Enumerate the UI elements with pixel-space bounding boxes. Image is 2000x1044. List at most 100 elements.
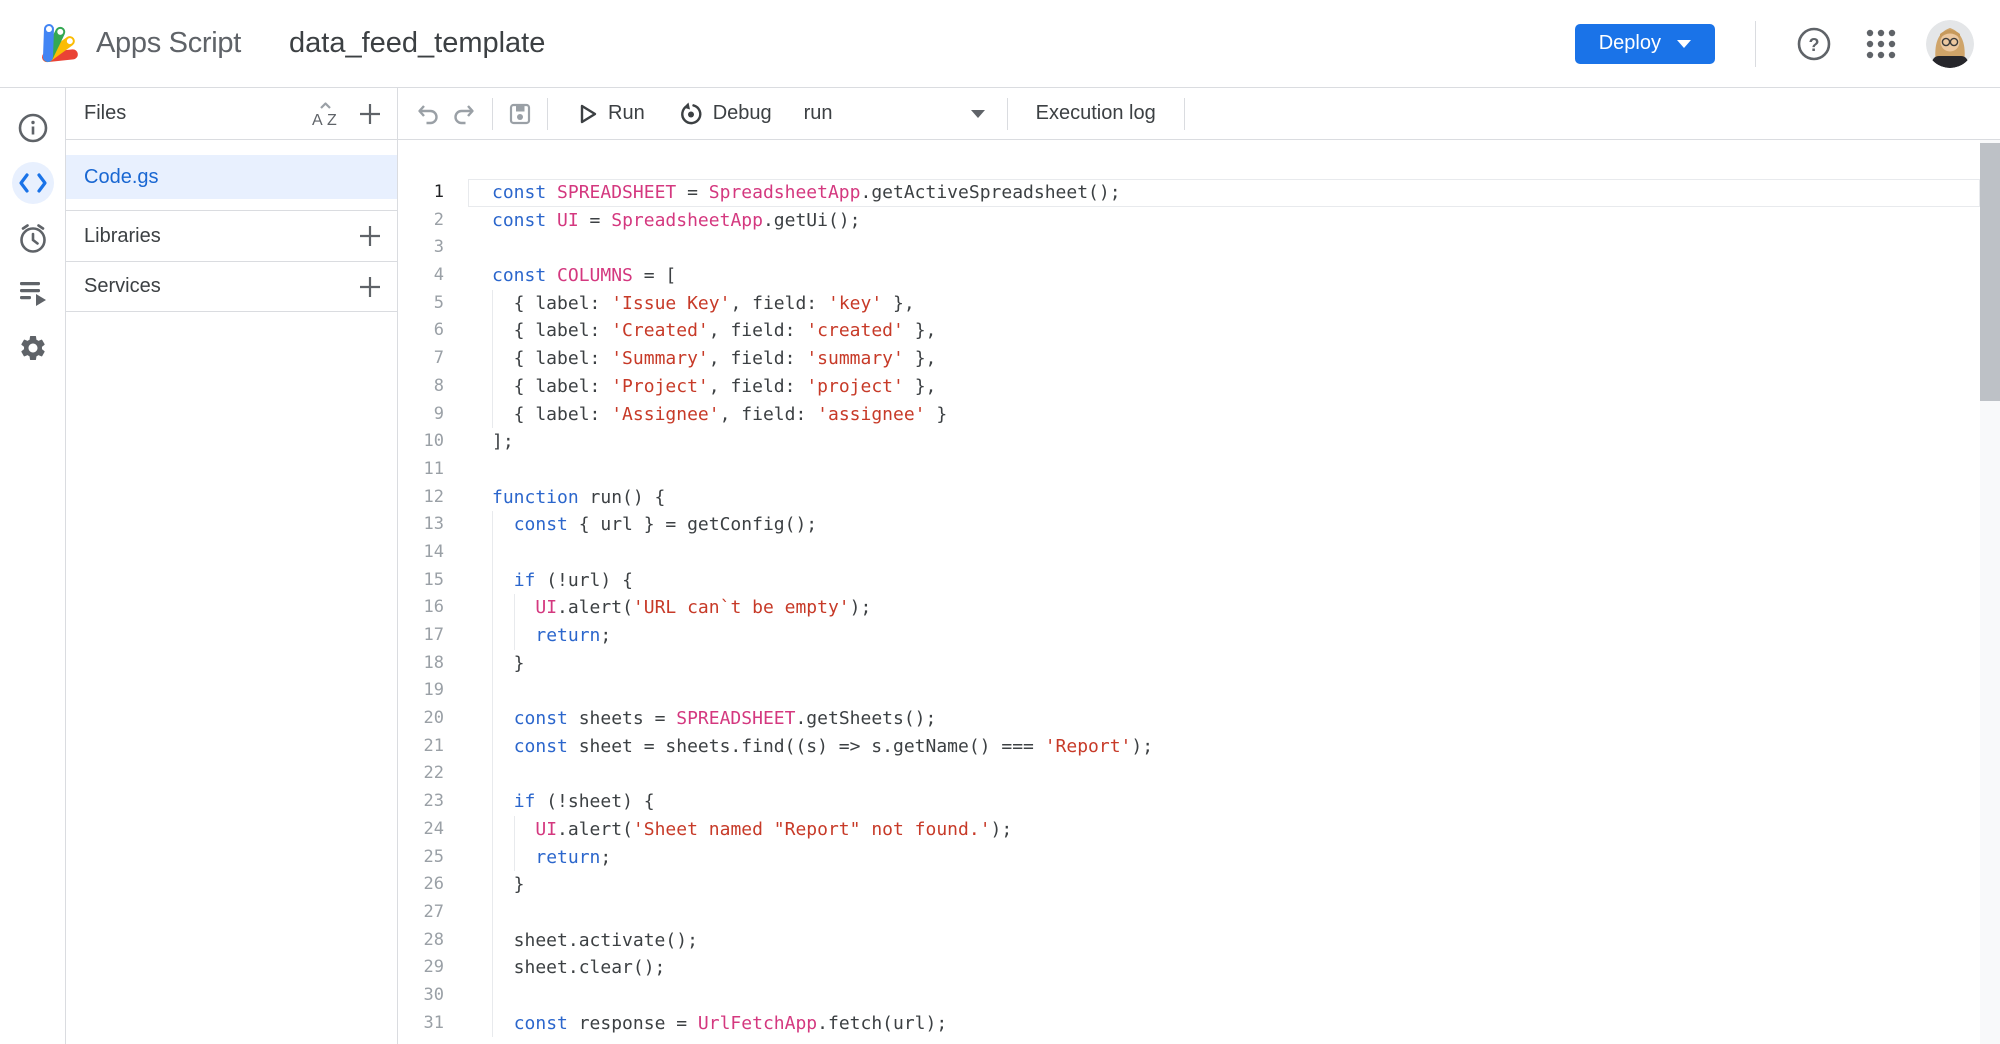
line-number[interactable]: 4 — [398, 262, 468, 290]
line-number[interactable]: 6 — [398, 317, 468, 345]
rail-item-executions[interactable] — [5, 265, 61, 320]
rail-item-triggers[interactable] — [5, 210, 61, 265]
apps-script-logo-icon[interactable] — [38, 21, 84, 67]
line-number[interactable]: 18 — [398, 650, 468, 678]
section-libraries[interactable]: Libraries — [66, 210, 397, 261]
code-line-content[interactable]: const sheets = SPREADSHEET.getSheets(); — [468, 705, 1980, 733]
line-number[interactable]: 15 — [398, 567, 468, 595]
save-button[interactable] — [501, 97, 539, 131]
code-token: const — [514, 514, 568, 535]
line-number[interactable]: 14 — [398, 539, 468, 567]
line-number[interactable]: 3 — [398, 234, 468, 262]
code-token: { label: — [492, 376, 611, 397]
line-number[interactable]: 23 — [398, 788, 468, 816]
code-line-content[interactable]: } — [468, 650, 1980, 678]
line-number[interactable]: 10 — [398, 428, 468, 456]
code-line-content[interactable]: { label: 'Summary', field: 'summary' }, — [468, 345, 1980, 373]
code-line-content[interactable]: const COLUMNS = [ — [468, 262, 1980, 290]
file-item-code-gs[interactable]: Code.gs — [66, 155, 397, 199]
code-line-content[interactable]: const SPREADSHEET = SpreadsheetApp.getAc… — [468, 179, 1980, 207]
line-number[interactable]: 24 — [398, 816, 468, 844]
code-line-content[interactable]: UI.alert('Sheet named "Report" not found… — [468, 816, 1980, 844]
add-library-button[interactable] — [357, 223, 383, 249]
line-number[interactable]: 20 — [398, 705, 468, 733]
deploy-button[interactable]: Deploy — [1575, 24, 1715, 64]
line-number[interactable]: 1 — [398, 179, 468, 207]
add-service-button[interactable] — [357, 274, 383, 300]
code-line-content[interactable] — [468, 234, 1980, 262]
code-line-content[interactable]: { label: 'Assignee', field: 'assignee' } — [468, 401, 1980, 429]
divider — [547, 98, 548, 130]
code-line-content[interactable]: return; — [468, 844, 1980, 872]
rail-item-overview[interactable] — [5, 100, 61, 155]
code-line-content[interactable] — [468, 677, 1980, 705]
code-line-content[interactable]: UI.alert('URL can`t be empty'); — [468, 594, 1980, 622]
apps-grid-button[interactable] — [1866, 29, 1896, 59]
code-line-content[interactable]: if (!sheet) { — [468, 788, 1980, 816]
indent-guide — [492, 317, 493, 345]
code-line-content[interactable] — [468, 899, 1980, 927]
rail-item-editor[interactable] — [5, 155, 61, 210]
add-file-button[interactable] — [357, 101, 383, 127]
line-number[interactable]: 17 — [398, 622, 468, 650]
code-editor[interactable]: 1const SPREADSHEET = SpreadsheetApp.getA… — [398, 140, 2000, 1044]
line-number[interactable]: 31 — [398, 1010, 468, 1038]
scrollbar-track[interactable] — [1980, 140, 2000, 1044]
avatar[interactable] — [1926, 20, 1974, 68]
line-number[interactable]: 19 — [398, 677, 468, 705]
line-number[interactable]: 9 — [398, 401, 468, 429]
code-line-content[interactable] — [468, 539, 1980, 567]
help-button[interactable]: ? — [1796, 26, 1832, 62]
line-number[interactable]: 13 — [398, 511, 468, 539]
line-number[interactable]: 25 — [398, 844, 468, 872]
line-number[interactable]: 22 — [398, 760, 468, 788]
section-services[interactable]: Services — [66, 261, 397, 312]
code-line-content[interactable] — [468, 456, 1980, 484]
code-line-content[interactable]: const response = UrlFetchApp.fetch(url); — [468, 1010, 1980, 1038]
indent-guide — [492, 844, 493, 872]
code-line-content[interactable] — [468, 760, 1980, 788]
code-line-content[interactable]: { label: 'Issue Key', field: 'key' }, — [468, 290, 1980, 318]
code-token — [492, 514, 514, 535]
line-number[interactable]: 26 — [398, 871, 468, 899]
scrollbar-thumb[interactable] — [1980, 143, 2000, 401]
line-number[interactable]: 7 — [398, 345, 468, 373]
debug-button[interactable]: Debug — [671, 96, 780, 132]
execution-log-button[interactable]: Execution log — [1028, 96, 1164, 131]
run-button[interactable]: Run — [570, 96, 653, 131]
line-number[interactable]: 2 — [398, 207, 468, 235]
code-line-content[interactable]: const { url } = getConfig(); — [468, 511, 1980, 539]
line-number[interactable]: 12 — [398, 484, 468, 512]
project-title[interactable]: data_feed_template — [289, 27, 545, 60]
undo-button[interactable] — [408, 98, 446, 130]
sort-files-button[interactable]: A Z — [311, 101, 341, 127]
code-line-content[interactable]: sheet.clear(); — [468, 954, 1980, 982]
line-number[interactable]: 8 — [398, 373, 468, 401]
code-line-content[interactable]: const UI = SpreadsheetApp.getUi(); — [468, 207, 1980, 235]
code-line-content[interactable]: { label: 'Created', field: 'created' }, — [468, 317, 1980, 345]
line-number[interactable]: 16 — [398, 594, 468, 622]
code-token: }, — [904, 376, 937, 397]
code-line-content[interactable] — [468, 982, 1980, 1010]
line-number[interactable]: 30 — [398, 982, 468, 1010]
redo-button[interactable] — [446, 98, 484, 130]
code-line-content[interactable]: { label: 'Project', field: 'project' }, — [468, 373, 1980, 401]
code-line-content[interactable]: if (!url) { — [468, 567, 1980, 595]
indent-guide — [514, 816, 515, 844]
line-number[interactable]: 28 — [398, 927, 468, 955]
code-line-content[interactable]: function run() { — [468, 484, 1980, 512]
code-token: SpreadsheetApp — [709, 182, 861, 203]
line-number[interactable]: 5 — [398, 290, 468, 318]
code-line-content[interactable]: } — [468, 871, 1980, 899]
code-line: 21 const sheet = sheets.find((s) => s.ge… — [398, 733, 2000, 761]
line-number[interactable]: 29 — [398, 954, 468, 982]
rail-item-settings[interactable] — [5, 320, 61, 375]
line-number[interactable]: 11 — [398, 456, 468, 484]
code-line-content[interactable]: return; — [468, 622, 1980, 650]
code-line-content[interactable]: const sheet = sheets.find((s) => s.getNa… — [468, 733, 1980, 761]
function-select[interactable]: run — [794, 96, 999, 131]
code-line-content[interactable]: ]; — [468, 428, 1980, 456]
code-line-content[interactable]: sheet.activate(); — [468, 927, 1980, 955]
line-number[interactable]: 27 — [398, 899, 468, 927]
line-number[interactable]: 21 — [398, 733, 468, 761]
